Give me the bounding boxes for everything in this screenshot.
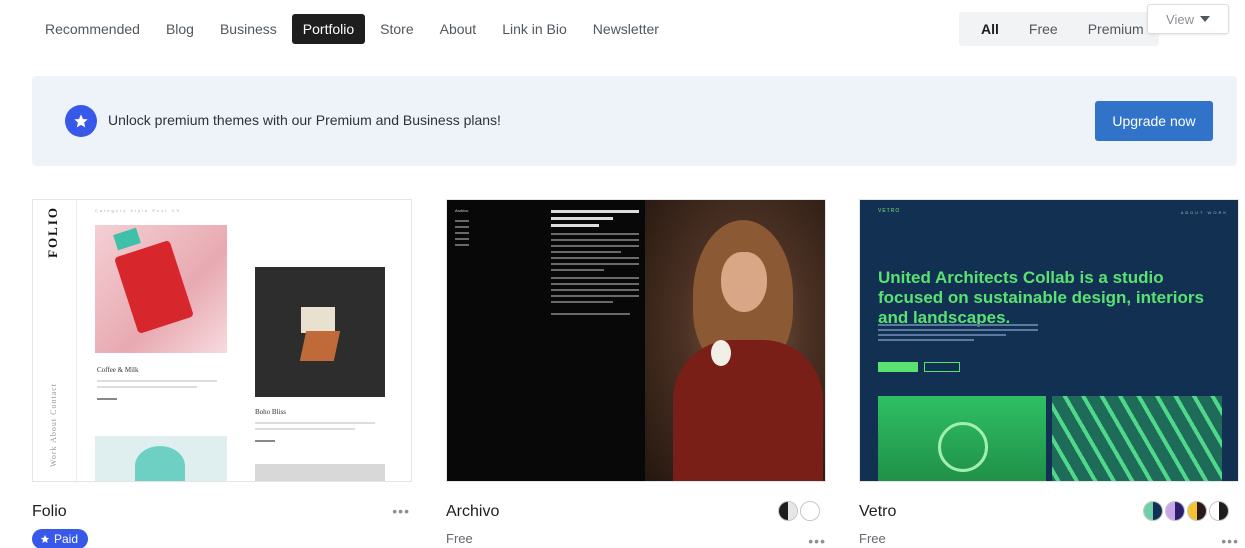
folio-preview-side-nav: Work About Contact [49,382,58,467]
vetro-preview-secondary-button [924,362,960,372]
vetro-preview-primary-button [878,362,918,372]
filter-all[interactable]: All [973,15,1007,43]
paid-badge-label: Paid [54,532,79,546]
vetro-preview-architecture-image [1052,396,1222,481]
chevron-down-icon [1199,16,1210,22]
theme-price-vetro: Free [859,531,886,546]
theme-card-vetro: VETRO ABOUT WORK United Architects Colla… [859,199,1239,548]
archivo-preview-text-panel: Archivo [447,200,645,481]
archivo-preview-menu [455,220,469,250]
nav-item-link-in-bio[interactable]: Link in Bio [491,14,578,44]
view-dropdown-label: View [1166,11,1194,27]
folio-preview-link-line [255,440,275,442]
folio-preview-grey-image [255,464,385,481]
nav-item-recommended[interactable]: Recommended [34,14,151,44]
style-variation-swatch[interactable] [800,501,820,521]
upgrade-now-button[interactable]: Upgrade now [1095,101,1213,141]
theme-preview-archivo[interactable]: Archivo [446,199,826,482]
upgrade-banner: Unlock premium themes with our Premium a… [32,76,1237,166]
theme-preview-vetro[interactable]: VETRO ABOUT WORK United Architects Colla… [859,199,1239,482]
category-nav: Recommended Blog Business Portfolio Stor… [34,12,670,46]
theme-showcase-page: Recommended Blog Business Portfolio Stor… [0,0,1245,548]
nav-item-about[interactable]: About [429,14,488,44]
vetro-more-options-icon[interactable]: ••• [1221,533,1239,548]
archivo-more-options-icon[interactable]: ••• [808,533,826,548]
folio-preview-caption-2: Boho Bliss [255,408,286,416]
folio-preview-sidebar: FOLIO Work About Contact [33,200,77,481]
vetro-preview-tree-image [878,396,1046,481]
nav-item-blog[interactable]: Blog [155,14,205,44]
folio-preview-stationery-image [255,267,385,397]
star-icon [65,105,97,137]
vetro-preview-logo: VETRO [878,208,901,214]
folio-preview-teal-image [95,436,227,481]
folio-more-options-icon[interactable]: ••• [392,503,410,519]
folio-preview-text-line [97,380,217,382]
nav-item-newsletter[interactable]: Newsletter [582,14,670,44]
theme-card-archivo: Archivo Archivo Free ••• [446,199,826,548]
star-icon [40,534,50,543]
vetro-preview-headline: United Architects Collab is a studio foc… [878,268,1204,327]
folio-preview-coffee-image [95,225,227,353]
style-variation-swatch[interactable] [1143,501,1163,521]
style-variation-swatch[interactable] [1209,501,1229,521]
paid-badge: Paid [32,529,89,548]
nav-item-portfolio[interactable]: Portfolio [291,14,366,44]
folio-preview-text-line [255,422,375,424]
theme-name-archivo[interactable]: Archivo [446,503,499,521]
banner-message: Unlock premium themes with our Premium a… [108,112,501,128]
folio-preview-text-line [97,386,197,388]
folio-preview-caption-1: Coffee & Milk [97,366,139,374]
folio-preview-link-line [97,398,117,400]
style-variation-swatch[interactable] [778,501,798,521]
folio-preview-top-nav: Category Style Post CV [95,208,182,213]
filter-free[interactable]: Free [1021,15,1066,43]
filter-premium[interactable]: Premium [1080,15,1152,43]
archivo-preview-portrait-photo [645,200,825,481]
vetro-style-variations [1143,501,1229,521]
view-dropdown[interactable]: View [1147,4,1229,34]
vetro-preview-paragraph [878,324,1038,344]
theme-name-folio[interactable]: Folio [32,503,67,521]
theme-name-vetro[interactable]: Vetro [859,503,896,521]
style-variation-swatch[interactable] [1165,501,1185,521]
theme-preview-folio[interactable]: FOLIO Work About Contact Category Style … [32,199,412,482]
nav-item-store[interactable]: Store [369,14,424,44]
theme-price-archivo: Free [446,531,473,546]
archivo-style-variations [778,501,820,521]
archivo-preview-body [551,210,639,319]
tier-filter: All Free Premium [959,12,1159,46]
theme-card-folio: FOLIO Work About Contact Category Style … [32,199,412,548]
folio-preview-text-line [255,428,355,430]
nav-item-business[interactable]: Business [209,14,288,44]
vetro-preview-nav: ABOUT WORK [1180,210,1228,215]
folio-preview-logo: FOLIO [45,206,60,258]
style-variation-swatch[interactable] [1187,501,1207,521]
archivo-preview-site-name: Archivo [455,208,469,213]
